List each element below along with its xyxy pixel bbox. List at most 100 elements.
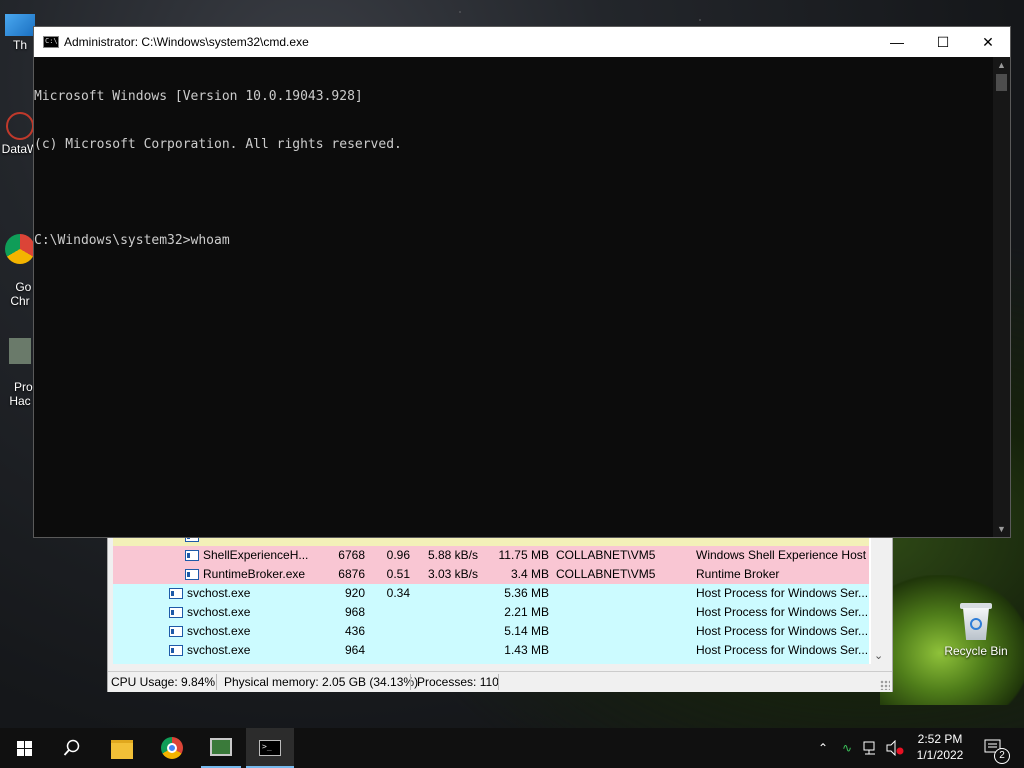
taskbar-chrome[interactable] bbox=[148, 728, 196, 768]
process-icon bbox=[169, 588, 183, 599]
monitor-icon bbox=[5, 14, 35, 36]
process-pid: 6768 bbox=[338, 548, 365, 562]
process-icon bbox=[169, 645, 183, 656]
process-hacker-icon bbox=[9, 338, 31, 364]
process-cpu: 0.96 bbox=[386, 548, 410, 562]
status-processes: Processes: 110 bbox=[417, 675, 499, 689]
cmd-title-bar[interactable]: C:\ Administrator: C:\Windows\system32\c… bbox=[34, 27, 1010, 57]
action-center-button[interactable]: 2 bbox=[980, 728, 1010, 768]
process-mem: 5.14 MB bbox=[504, 624, 549, 638]
process-icon bbox=[169, 626, 183, 637]
process-desc: Host Process for Windows Ser... bbox=[696, 624, 869, 638]
process-name: svchost.exe bbox=[187, 605, 251, 619]
maximize-button[interactable]: ☐ bbox=[920, 27, 966, 57]
volume-muted-icon[interactable] bbox=[884, 728, 906, 768]
process-list[interactable]: ShellExperienceH... 6768 0.96 5.88 kB/s 11.7… bbox=[113, 537, 877, 664]
notification-count-badge: 2 bbox=[994, 748, 1010, 764]
process-pid: 964 bbox=[344, 643, 365, 657]
process-pid: 436 bbox=[344, 624, 365, 638]
process-io: 5.88 kB/s bbox=[427, 548, 478, 562]
process-row[interactable] bbox=[113, 537, 869, 546]
process-row[interactable]: svchost.exe 920 0.34 5.36 MB Host Process fo… bbox=[113, 584, 869, 603]
status-physical-memory: Physical memory: 2.05 GB (34.13%) bbox=[224, 675, 419, 689]
process-pid: 968 bbox=[344, 605, 365, 619]
process-cpu: 0.34 bbox=[386, 586, 410, 600]
status-cpu-usage: CPU Usage: 9.84% bbox=[111, 675, 216, 689]
console-line: Microsoft Windows [Version 10.0.19043.92… bbox=[34, 89, 363, 104]
taskbar-file-explorer[interactable] bbox=[98, 728, 146, 768]
process-row[interactable]: ShellExperienceH... 6768 0.96 5.88 kB/s 11.7… bbox=[113, 546, 869, 565]
folder-icon bbox=[111, 740, 133, 759]
clock-time: 2:52 PM bbox=[917, 732, 963, 746]
process-row[interactable]: RuntimeBroker.exe 6876 0.51 3.03 kB/s 3.4 MB… bbox=[113, 565, 869, 584]
process-hacker-window: ShellExperienceH... 6768 0.96 5.88 kB/s 11.7… bbox=[107, 536, 893, 692]
taskbar-process-hacker[interactable] bbox=[197, 728, 245, 768]
process-user: COLLABNET\VM5 bbox=[556, 567, 656, 581]
desktop-icon-recycle-bin[interactable]: Recycle Bin bbox=[940, 600, 1012, 658]
process-pid: 6876 bbox=[338, 567, 365, 581]
scroll-up-arrow-icon[interactable]: ▲ bbox=[993, 57, 1010, 73]
cmd-icon: >_ bbox=[259, 740, 281, 756]
process-hacker-icon bbox=[210, 738, 232, 756]
search-icon bbox=[63, 739, 80, 756]
process-pid: 920 bbox=[344, 586, 365, 600]
process-name: RuntimeBroker.exe bbox=[203, 567, 306, 581]
process-mem: 2.21 MB bbox=[504, 605, 549, 619]
process-list-scrollbar[interactable]: ⌄ bbox=[871, 537, 888, 664]
chrome-icon bbox=[161, 737, 183, 759]
desktop-icon-label: Pro Hac bbox=[9, 380, 33, 408]
cmd-console-output[interactable]: Microsoft Windows [Version 10.0.19043.92… bbox=[34, 57, 994, 537]
scrollbar-thumb[interactable] bbox=[996, 74, 1007, 91]
status-bar: CPU Usage: 9.84% Physical memory: 2.05 G… bbox=[108, 671, 892, 692]
process-row[interactable]: svchost.exe 968 2.21 MB Host Process for Wi… bbox=[113, 603, 869, 622]
console-prompt-line[interactable]: C:\Windows\system32>whoam bbox=[34, 233, 994, 249]
start-button[interactable] bbox=[0, 728, 48, 768]
process-mem: 11.75 MB bbox=[498, 548, 549, 562]
recycle-bin-label: Recycle Bin bbox=[944, 644, 1008, 658]
minimize-button[interactable]: — bbox=[874, 27, 920, 57]
process-io: 3.03 kB/s bbox=[427, 567, 478, 581]
console-line: (c) Microsoft Corporation. All rights re… bbox=[34, 137, 402, 152]
network-activity-icon[interactable]: ∿ bbox=[836, 728, 858, 768]
search-button[interactable] bbox=[48, 728, 96, 768]
desktop-icon-label: Th bbox=[12, 38, 27, 52]
process-row[interactable]: svchost.exe 964 1.43 MB Host Process for Wi… bbox=[113, 641, 869, 660]
process-mem: 3.4 MB bbox=[510, 567, 549, 581]
cmd-app-icon: C:\ bbox=[43, 36, 59, 48]
process-icon bbox=[185, 569, 199, 580]
process-mem: 1.43 MB bbox=[504, 643, 549, 657]
process-desc: Runtime Broker bbox=[696, 567, 780, 581]
process-cpu: 0.51 bbox=[386, 567, 410, 581]
taskbar: >_ ⌃ ∿ 2:52 PM 1/1/2022 2 bbox=[0, 728, 1024, 768]
taskbar-cmd[interactable]: >_ bbox=[246, 728, 294, 768]
chevron-down-icon[interactable]: ⌄ bbox=[874, 649, 883, 662]
cmd-window[interactable]: C:\ Administrator: C:\Windows\system32\c… bbox=[33, 26, 1011, 538]
datawrapper-icon bbox=[6, 112, 34, 140]
cmd-window-title: Administrator: C:\Windows\system32\cmd.e… bbox=[64, 35, 309, 49]
process-row[interactable] bbox=[113, 660, 869, 664]
network-icon[interactable] bbox=[860, 728, 882, 768]
process-desc: Host Process for Windows Ser... bbox=[696, 605, 869, 619]
process-icon bbox=[185, 550, 199, 561]
process-name: svchost.exe bbox=[187, 586, 251, 600]
recycle-bin-icon bbox=[959, 600, 993, 640]
show-hidden-icons-chevron-icon[interactable]: ⌃ bbox=[812, 728, 834, 768]
process-name: svchost.exe bbox=[187, 643, 251, 657]
system-clock[interactable]: 2:52 PM 1/1/2022 bbox=[905, 731, 975, 763]
windows-logo-icon bbox=[17, 741, 32, 756]
clock-date: 1/1/2022 bbox=[916, 748, 964, 762]
process-name: svchost.exe bbox=[187, 624, 251, 638]
process-desc: Host Process for Windows Ser... bbox=[696, 586, 869, 600]
cmd-vertical-scrollbar[interactable]: ▲ ▼ bbox=[993, 57, 1010, 537]
scroll-down-arrow-icon[interactable]: ▼ bbox=[993, 521, 1010, 537]
process-row[interactable]: svchost.exe 436 5.14 MB Host Process for Wi… bbox=[113, 622, 869, 641]
resize-grip-icon[interactable] bbox=[880, 680, 890, 690]
process-desc: Host Process for Windows Ser... bbox=[696, 643, 869, 657]
chrome-icon bbox=[5, 234, 35, 264]
process-user: COLLABNET\VM5 bbox=[556, 548, 656, 562]
process-desc: Windows Shell Experience Host bbox=[696, 548, 867, 562]
close-button[interactable]: ✕ bbox=[965, 27, 1011, 57]
process-icon bbox=[169, 607, 183, 618]
desktop-icon-label: Go Chr bbox=[10, 280, 32, 308]
